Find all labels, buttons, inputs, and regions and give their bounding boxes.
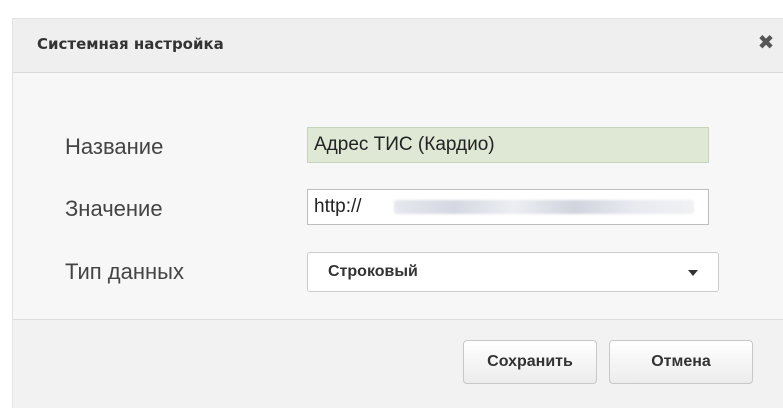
close-icon[interactable]: ✖	[755, 31, 777, 53]
data-type-selected-value: Строковый	[328, 263, 418, 280]
name-field: Адрес ТИС (Кардио)	[307, 127, 709, 163]
system-setting-dialog: Системная настройка ✖ Название Адрес ТИС…	[12, 18, 783, 408]
redacted-url-blur	[394, 200, 694, 214]
value-input-text: http://	[314, 196, 362, 217]
dialog-titlebar: Системная настройка ✖	[13, 19, 783, 73]
name-label: Название	[65, 134, 164, 159]
save-button[interactable]: Сохранить	[463, 340, 597, 384]
value-label: Значение	[65, 196, 163, 221]
cancel-button[interactable]: Отмена	[609, 340, 753, 384]
data-type-label: Тип данных	[65, 259, 184, 284]
dialog-title: Системная настройка	[37, 35, 224, 53]
dialog-footer: Сохранить Отмена	[13, 319, 783, 408]
data-type-select[interactable]: Строковый	[307, 252, 719, 292]
dialog-body: Название Адрес ТИС (Кардио) Значение htt…	[13, 73, 783, 319]
chevron-down-icon	[688, 270, 698, 276]
value-input[interactable]: http://	[307, 189, 709, 225]
